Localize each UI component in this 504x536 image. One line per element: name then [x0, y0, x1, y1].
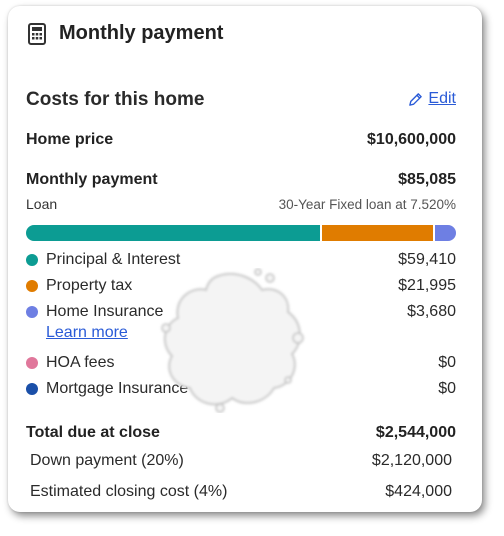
- legend-value: $0: [438, 380, 456, 397]
- total-due-row: Total due at close $2,544,000: [26, 424, 456, 442]
- orange-dot-icon: [26, 280, 38, 292]
- total-due-value: $2,544,000: [375, 424, 456, 441]
- pencil-icon: [409, 92, 423, 106]
- legend-value: $3,680: [407, 303, 456, 320]
- loan-label: Loan: [26, 196, 58, 212]
- edit-label[interactable]: Edit: [428, 90, 456, 108]
- monthly-payment-value: $85,085: [398, 171, 456, 188]
- edit-link[interactable]: Edit: [408, 90, 456, 108]
- monthly-payment-label: Monthly payment: [26, 171, 158, 188]
- down-payment-row: Down payment (20%) $2,120,000: [30, 452, 452, 470]
- legend-value: $21,995: [398, 277, 456, 294]
- legend-row-principal-interest: Principal & Interest $59,410: [26, 251, 456, 269]
- home-price-row: Home price $10,600,000: [26, 131, 456, 149]
- learn-more-link[interactable]: Learn more: [46, 324, 128, 342]
- home-price-label: Home price: [26, 131, 114, 148]
- monthly-payment-card: Monthly payment Costs for this home Edit…: [8, 6, 482, 512]
- legend-label: HOA fees: [46, 354, 115, 371]
- monthly-payment-row: Monthly payment $85,085: [26, 171, 456, 189]
- calculator-icon: [28, 22, 46, 45]
- closing-cost-value: $424,000: [385, 483, 452, 500]
- navy-dot-icon: [26, 383, 38, 395]
- card-title: Monthly payment: [59, 22, 224, 44]
- closing-cost-label: Estimated closing cost (4%): [30, 483, 228, 500]
- loan-detail: 30-Year Fixed loan at 7.520%: [278, 196, 456, 212]
- legend-label: Principal & Interest: [46, 251, 181, 268]
- legend-label: Home Insurance: [46, 303, 164, 320]
- total-due-label: Total due at close: [26, 424, 160, 441]
- down-payment-label: Down payment (20%): [30, 452, 184, 469]
- teal-dot-icon: [26, 254, 38, 266]
- bar-segment-home-insurance: [433, 225, 456, 241]
- periwinkle-dot-icon: [26, 306, 38, 318]
- bar-segment-principal-interest: [26, 225, 320, 241]
- payment-breakdown-bar: [26, 225, 456, 241]
- home-price-value: $10,600,000: [367, 131, 456, 148]
- legend-label: Property tax: [46, 277, 133, 294]
- loan-row: Loan 30-Year Fixed loan at 7.520%: [26, 196, 456, 212]
- bar-segment-property-tax: [320, 225, 433, 241]
- legend-value: $59,410: [398, 251, 456, 268]
- down-payment-value: $2,120,000: [371, 452, 452, 469]
- card-header: Monthly payment: [28, 22, 223, 45]
- closing-cost-row: Estimated closing cost (4%) $424,000: [30, 483, 452, 501]
- white-blot-overlay: [161, 268, 304, 413]
- section-title: Costs for this home: [26, 89, 205, 110]
- pink-dot-icon: [26, 357, 38, 369]
- legend-value: $0: [438, 354, 456, 371]
